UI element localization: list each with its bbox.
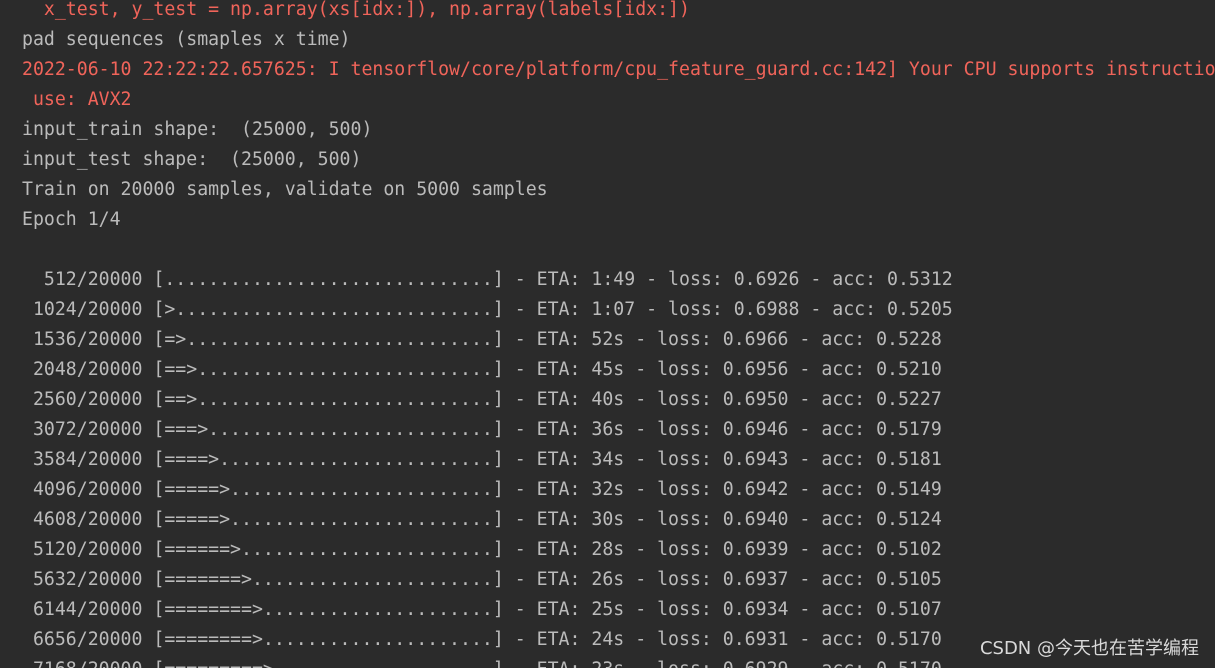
training-progress-line: 2048/20000 [==>.........................… [22,359,942,380]
console-line: pad sequences (smaples x time) [22,29,351,50]
training-progress-line: 3584/20000 [====>.......................… [22,449,942,470]
console-output[interactable]: x_test, y_test = np.array(xs[idx:]), np.… [0,0,1215,668]
console-line: Epoch 1/4 [22,209,121,230]
training-progress-line: 4608/20000 [=====>......................… [22,509,942,530]
training-progress-line: 5632/20000 [=======>....................… [22,569,942,590]
training-progress-line: 2560/20000 [==>.........................… [22,389,942,410]
csdn-watermark: CSDN @今天也在苦学编程 [979,638,1199,659]
training-progress-line: 3072/20000 [===>........................… [22,419,942,440]
training-progress-line: 6144/20000 [========>...................… [22,599,942,620]
training-progress-line: 512/20000 [.............................… [22,269,953,290]
training-progress-line: 7168/20000 [=========>..................… [22,655,942,668]
training-progress-line: 5120/20000 [======>.....................… [22,539,942,560]
console-line: 2022-06-10 22:22:22.657625: I tensorflow… [22,59,1215,80]
training-progress-line: 4096/20000 [=====>......................… [22,479,942,500]
console-line: Train on 20000 samples, validate on 5000… [22,179,548,200]
training-progress-line: 1536/20000 [=>..........................… [22,329,942,350]
training-progress-line: 6656/20000 [========>...................… [22,629,942,650]
console-line: use: AVX2 [22,89,132,110]
console-line: input_train shape: (25000, 500) [22,119,373,140]
training-progress-line: 1024/20000 [>...........................… [22,299,953,320]
console-line: x_test, y_test = np.array(xs[idx:]), np.… [22,0,690,20]
console-line: input_test shape: (25000, 500) [22,149,362,170]
